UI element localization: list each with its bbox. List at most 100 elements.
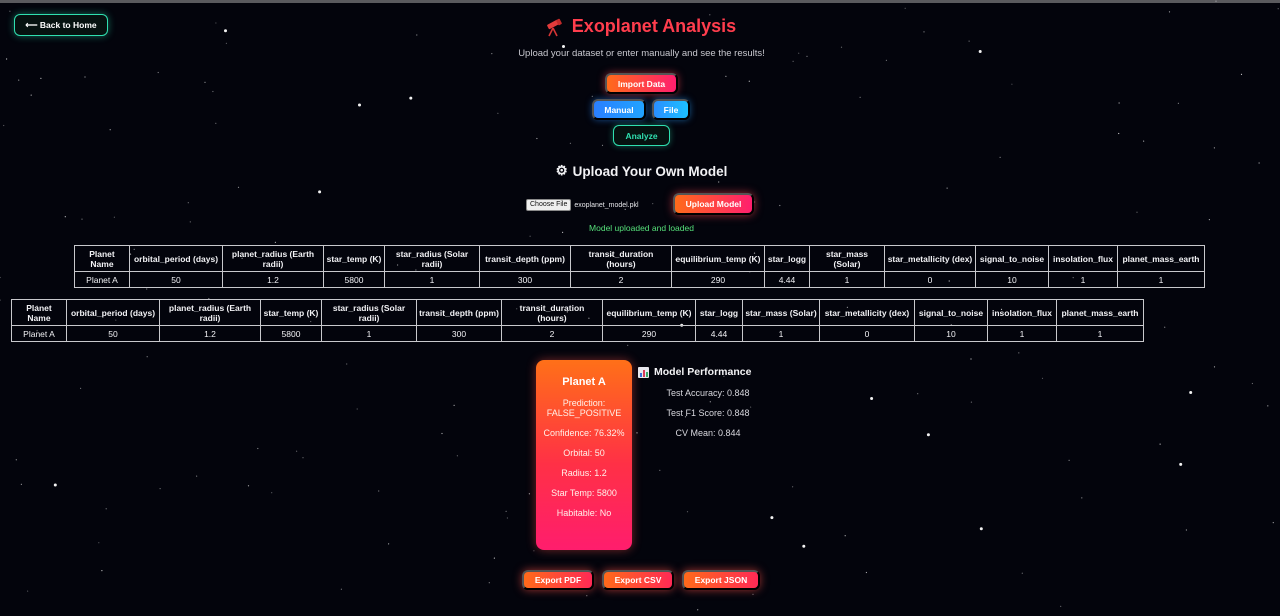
input-data-table: Planet Name orbital_period (days) planet_r…: [74, 245, 1205, 288]
star: [870, 397, 874, 400]
model-file-input[interactable]: Choose File exoplanet_model.pkl: [526, 199, 639, 211]
prediction-text: Prediction: FALSE_POSITIVE: [546, 398, 622, 418]
star: [81, 218, 83, 220]
analyze-button[interactable]: Analyze: [613, 125, 670, 146]
column-header: planet_mass_earth: [1117, 245, 1205, 272]
star: [802, 544, 806, 548]
table-body: Planet A 50 1.2 5800 1 300 2 290 4.44 1 0 10 1 1: [11, 325, 1144, 342]
star: [358, 103, 361, 107]
results-data-table: Planet Name orbital_period (days) planet_r…: [11, 299, 1144, 342]
star: [212, 90, 214, 93]
table-cell: 50: [66, 325, 160, 342]
export-pdf-button[interactable]: Export PDF: [522, 570, 594, 590]
star: [409, 96, 413, 100]
upload-model-button[interactable]: Upload Model: [673, 193, 754, 215]
star: [453, 404, 455, 406]
cv-mean-text: CV Mean: 0.844: [675, 428, 741, 438]
table-cell: 2: [501, 325, 603, 342]
star: [40, 77, 42, 79]
star: [528, 493, 531, 495]
bar-chart-icon: [638, 366, 649, 378]
star: [318, 190, 322, 194]
export-json-button[interactable]: Export JSON: [682, 570, 760, 590]
star: [271, 492, 273, 494]
star: [204, 81, 206, 83]
file-upload-button[interactable]: File: [652, 99, 690, 120]
test-f1-text: Test F1 Score: 0.848: [666, 408, 750, 418]
star: [187, 202, 189, 204]
column-header: planet_radius (Earth radii): [222, 245, 324, 272]
column-header: planet_radius (Earth radii): [159, 299, 261, 326]
table-cell: 0: [884, 271, 976, 288]
star: [754, 201, 756, 203]
star: [1060, 605, 1062, 608]
star: [84, 76, 86, 78]
star: [1118, 102, 1120, 104]
star: [1251, 382, 1253, 385]
star: [904, 7, 906, 9]
star: [80, 387, 82, 389]
star: [569, 142, 572, 144]
table-cell: 50: [129, 271, 223, 288]
table-cell: 0: [819, 325, 915, 342]
star: [215, 122, 217, 124]
column-header: signal_to_noise: [975, 245, 1049, 272]
star: [356, 408, 358, 410]
star: [1168, 11, 1171, 13]
column-header: orbital_period (days): [66, 299, 160, 326]
star: [27, 590, 29, 592]
star: [1208, 219, 1210, 221]
table-header-row: Planet Name orbital_period (days) planet_r…: [11, 299, 1144, 326]
table-cell: 1: [987, 325, 1057, 342]
star: [926, 433, 930, 437]
table-body: Planet A 50 1.2 5800 1 300 2 290 4.44 1 0 10 1 1: [74, 271, 1205, 288]
star: [1081, 497, 1083, 499]
table-cell: 1: [1048, 271, 1118, 288]
column-header: star_temp (K): [323, 245, 385, 272]
upload-model-heading: ⚙ Upload Your Own Model: [0, 163, 1280, 179]
star: [497, 112, 499, 114]
performance-title-text: Model Performance: [654, 366, 752, 378]
column-header: star_metallicity (dex): [884, 245, 976, 272]
star: [30, 94, 32, 96]
table-cell: 1: [742, 325, 820, 342]
star: [257, 447, 259, 450]
confidence-text: Confidence: 76.32%: [543, 428, 625, 438]
star: [859, 96, 861, 98]
star: [1021, 572, 1023, 574]
star: [533, 550, 535, 552]
star: [968, 40, 970, 42]
star: [979, 527, 983, 531]
table-cell: 290: [602, 325, 696, 342]
star: [1011, 83, 1013, 85]
table-cell: 1.2: [222, 271, 324, 288]
table-cell: Planet A: [74, 271, 130, 288]
star: [697, 609, 699, 611]
table-row: Planet A 50 1.2 5800 1 300 2 290 4.44 1 0 10 1 1: [11, 325, 1144, 342]
star: [586, 595, 588, 597]
star: [792, 486, 794, 488]
choose-file-button[interactable]: Choose File: [526, 199, 572, 211]
star: [752, 593, 754, 595]
star: [146, 356, 148, 358]
column-header: planet_mass_earth: [1056, 299, 1144, 326]
table-header-row: Planet Name orbital_period (days) planet_r…: [74, 245, 1205, 272]
column-header: transit_depth (ppm): [416, 299, 502, 326]
star: [0, 299, 1, 301]
manual-entry-button[interactable]: Manual: [592, 99, 646, 120]
table-cell: 2: [570, 271, 672, 288]
star: [1213, 366, 1216, 368]
star: [225, 42, 227, 45]
star: [456, 455, 458, 457]
import-data-button[interactable]: Import Data: [605, 73, 678, 94]
page-title-text: Exoplanet Analysis: [571, 16, 737, 36]
star: [274, 241, 276, 243]
star: [999, 156, 1001, 158]
export-csv-button[interactable]: Export CSV: [602, 570, 674, 590]
star: [1179, 462, 1183, 466]
column-header: signal_to_noise: [914, 299, 988, 326]
star: [1213, 147, 1215, 149]
star: [970, 358, 972, 360]
star: [529, 235, 531, 237]
star: [506, 517, 508, 519]
